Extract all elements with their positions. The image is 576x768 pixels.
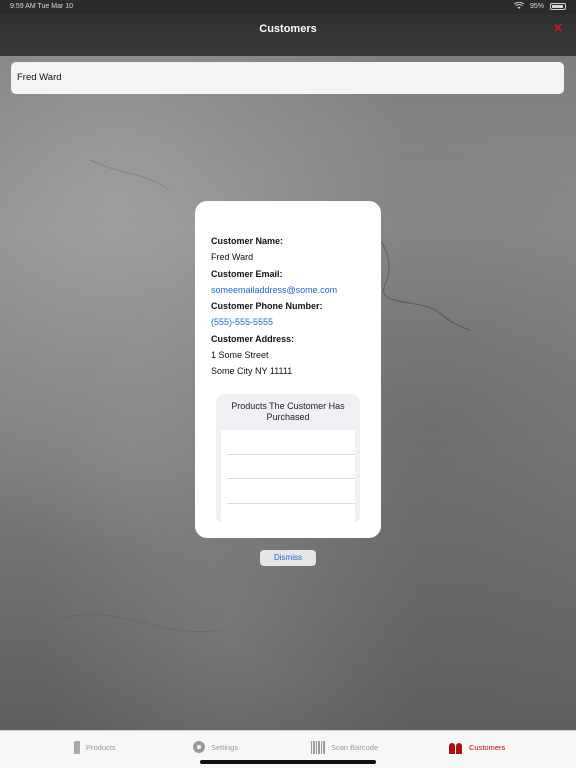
customer-phone-label: Customer Phone Number: xyxy=(211,301,323,312)
purchased-products-table[interactable] xyxy=(221,430,355,524)
customer-address-line1: 1 Some Street xyxy=(211,350,269,361)
tab-settings[interactable]: Settings xyxy=(193,739,238,755)
customer-search-input[interactable]: Fred Ward xyxy=(11,62,564,94)
dismiss-button[interactable]: Dismiss xyxy=(260,550,316,566)
tab-products[interactable]: Products xyxy=(74,739,116,755)
table-row[interactable] xyxy=(227,430,355,455)
tab-products-label: Products xyxy=(86,742,116,752)
customer-name-label: Customer Name: xyxy=(211,236,284,246)
tab-settings-label: Settings xyxy=(211,742,239,752)
page-title: Customers xyxy=(259,23,317,35)
customer-name-value: Fred Ward xyxy=(211,252,254,263)
customer-email-label: Customer Email: xyxy=(211,268,283,279)
battery-icon xyxy=(550,2,566,10)
customer-email-link[interactable]: someemailaddress@some.com xyxy=(211,282,371,298)
people-icon xyxy=(449,741,463,754)
customer-address-label: Customer Address: xyxy=(211,333,295,344)
customer-phone-link[interactable]: (555)-555-5555 xyxy=(211,314,371,330)
tab-customers[interactable]: Customers xyxy=(449,739,505,755)
table-row[interactable] xyxy=(227,479,355,504)
purchased-products-title: Products The Customer Has Purchased xyxy=(231,401,345,422)
table-row[interactable] xyxy=(227,455,355,479)
tab-scan-barcode-label: Scan Barcode xyxy=(331,742,379,752)
customer-address-line2: Some City NY 11111 xyxy=(211,366,293,377)
gear-icon xyxy=(193,741,205,753)
table-row[interactable] xyxy=(227,504,355,525)
customer-info: Customer Name: Fred Ward Customer Email:… xyxy=(211,233,371,380)
customer-detail-card: Customer Name: Fred Ward Customer Email:… xyxy=(195,201,381,538)
wifi-icon xyxy=(513,2,524,9)
battery-percent: 95% xyxy=(529,2,544,10)
navigation-bar xyxy=(0,14,576,56)
home-indicator[interactable] xyxy=(200,760,376,764)
status-indicators: 95% xyxy=(513,2,566,10)
status-time: 9:59 AM Tue Mar 10 xyxy=(10,3,74,10)
purchased-products-panel: Products The Customer Has Purchased xyxy=(216,394,360,524)
status-bar: 9:59 AM Tue Mar 10 95% xyxy=(0,0,576,14)
tab-customers-label: Customers xyxy=(469,742,506,752)
tab-scan-barcode[interactable]: Scan Barcode xyxy=(311,739,378,755)
close-icon[interactable]: ✕ xyxy=(552,22,564,34)
phone-icon xyxy=(74,740,80,754)
barcode-icon xyxy=(311,740,325,754)
